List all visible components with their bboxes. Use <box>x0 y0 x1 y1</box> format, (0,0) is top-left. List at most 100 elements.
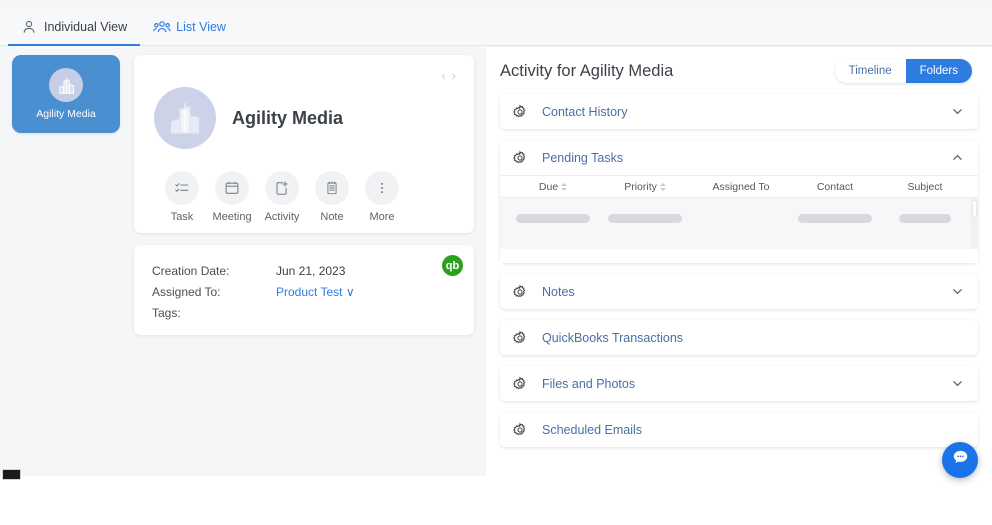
section-files-and-photos: Files and Photos <box>500 366 978 401</box>
entity-detail-column: ‹ › Agility Media Task Meeting Activity … <box>134 55 474 335</box>
pending-tasks-table-footer <box>500 249 978 263</box>
tab-list-view[interactable]: List View <box>140 8 239 45</box>
activity-panel: Activity for Agility Media Timeline Fold… <box>486 47 992 525</box>
skeleton-cell <box>692 214 790 223</box>
app-root: Individual View List View Agility Media … <box>0 0 992 525</box>
section-label: Contact History <box>542 104 628 119</box>
section-label: Pending Tasks <box>542 150 624 165</box>
section-scheduled-emails: Scheduled Emails <box>500 412 978 447</box>
tab-list-view-label: List View <box>176 19 226 34</box>
column-header-priority-label: Priority <box>624 180 657 193</box>
chat-bubble-icon <box>951 448 970 472</box>
skeleton-cell <box>598 214 692 223</box>
column-header-due[interactable]: Due <box>508 181 598 193</box>
skeleton-bar <box>608 214 683 223</box>
section-label: Scheduled Emails <box>542 422 643 437</box>
assigned-to-dropdown[interactable]: Product Test ∨ <box>276 282 355 303</box>
detail-row: Assigned To: Product Test ∨ <box>152 282 456 303</box>
pending-tasks-table-header: Due Priority Assigned To Contact Subject <box>500 175 978 197</box>
action-task-label: Task <box>170 211 194 223</box>
entity-sidebar: Agility Media <box>12 55 120 133</box>
action-meeting-label: Meeting <box>212 211 252 223</box>
table-scrollbar[interactable] <box>971 198 978 249</box>
section-scheduled-emails-header[interactable]: Scheduled Emails <box>500 412 978 447</box>
action-note[interactable]: Note <box>314 171 350 223</box>
download-chip[interactable] <box>2 469 21 480</box>
next-record-icon[interactable]: › <box>452 69 456 82</box>
section-label: Files and Photos <box>542 376 636 391</box>
detail-row: Tags: <box>152 303 456 324</box>
column-header-priority[interactable]: Priority <box>598 181 692 193</box>
section-pending-tasks: Pending Tasks Due Priority Assigned To C… <box>500 140 978 263</box>
column-header-subject[interactable]: Subject <box>880 181 970 193</box>
sidebar-item-label: Agility Media <box>36 108 96 120</box>
section-contact-history: Contact History <box>500 94 978 129</box>
skeleton-cell <box>508 214 598 223</box>
activity-panel-header: Activity for Agility Media Timeline Fold… <box>486 47 992 83</box>
action-note-label: Note <box>320 211 344 223</box>
chevron-down-icon[interactable] <box>951 105 964 118</box>
column-header-assigned-to[interactable]: Assigned To <box>692 181 790 193</box>
tab-individual-view[interactable]: Individual View <box>8 8 141 46</box>
details-card: qb Creation Date: Jun 21, 2023 Assigned … <box>134 245 474 335</box>
skeleton-bar <box>516 214 591 223</box>
toggle-timeline[interactable]: Timeline <box>835 59 906 83</box>
task-checklist-icon <box>165 171 199 205</box>
detail-row: Creation Date: Jun 21, 2023 <box>152 261 456 282</box>
section-files-and-photos-header[interactable]: Files and Photos <box>500 366 978 401</box>
activity-title: Activity for Agility Media <box>500 61 674 80</box>
bottom-strip <box>0 476 992 525</box>
gear-icon[interactable] <box>512 422 528 438</box>
gear-icon[interactable] <box>512 376 528 392</box>
sort-icon[interactable] <box>561 182 568 192</box>
skeleton-bar <box>797 214 872 223</box>
section-label: Notes <box>542 284 575 299</box>
gear-icon[interactable] <box>512 330 528 346</box>
sidebar-item-agility-media[interactable]: Agility Media <box>12 55 120 133</box>
action-more[interactable]: More <box>364 171 400 223</box>
quickbooks-badge[interactable]: qb <box>442 255 463 276</box>
toggle-folders[interactable]: Folders <box>905 59 972 83</box>
section-pending-tasks-header[interactable]: Pending Tasks <box>500 140 978 175</box>
section-label: QuickBooks Transactions <box>542 330 684 345</box>
action-task[interactable]: Task <box>164 171 200 223</box>
column-header-contact[interactable]: Contact <box>790 181 880 193</box>
more-vertical-icon <box>365 171 399 205</box>
section-notes-header[interactable]: Notes <box>500 274 978 309</box>
table-scrollbar-thumb[interactable] <box>972 200 977 217</box>
action-activity-label: Activity <box>264 211 300 223</box>
chevron-down-icon[interactable] <box>951 377 964 390</box>
sort-icon[interactable] <box>659 182 666 192</box>
section-notes: Notes <box>500 274 978 309</box>
gear-icon[interactable] <box>512 104 528 120</box>
prev-record-icon[interactable]: ‹ <box>441 69 445 82</box>
chevron-down-icon[interactable] <box>951 285 964 298</box>
view-mode-toggle: Timeline Folders <box>834 59 972 83</box>
quick-actions: Task Meeting Activity Note More <box>154 171 454 223</box>
notepad-icon <box>315 171 349 205</box>
profile-header: Agility Media <box>154 87 454 149</box>
profile-card: ‹ › Agility Media Task Meeting Activity … <box>134 55 474 233</box>
skeleton-cell <box>790 214 880 223</box>
skeleton-cell <box>880 214 970 223</box>
activity-add-icon <box>265 171 299 205</box>
gear-icon[interactable] <box>512 150 528 166</box>
action-meeting[interactable]: Meeting <box>212 171 252 223</box>
people-icon <box>153 19 171 35</box>
chevron-up-icon[interactable] <box>951 151 964 164</box>
action-activity[interactable]: Activity <box>264 171 300 223</box>
section-contact-history-header[interactable]: Contact History <box>500 94 978 129</box>
record-navigation: ‹ › <box>441 69 456 82</box>
pending-tasks-table-body <box>500 197 978 249</box>
section-quickbooks-transactions-header[interactable]: QuickBooks Transactions <box>500 320 978 355</box>
column-header-due-label: Due <box>538 180 559 193</box>
chat-launcher-button[interactable] <box>942 442 978 478</box>
detail-key: Tags: <box>152 306 181 320</box>
building-icon <box>154 87 216 149</box>
building-icon <box>49 68 83 102</box>
folder-sections: Contact History Pending Tasks Due Priori… <box>486 83 992 447</box>
tab-individual-view-label: Individual View <box>44 19 128 34</box>
view-tab-bar: Individual View List View <box>0 8 992 46</box>
gear-icon[interactable] <box>512 284 528 300</box>
page-title: Agility Media <box>232 107 344 128</box>
